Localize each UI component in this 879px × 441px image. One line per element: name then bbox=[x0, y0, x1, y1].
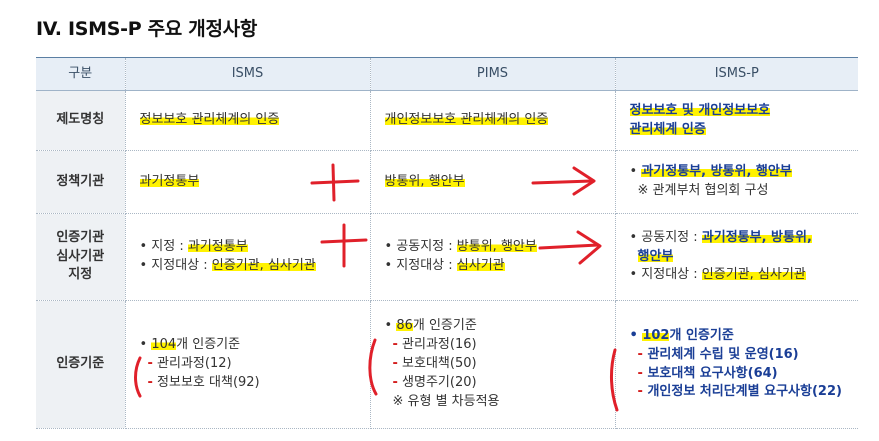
row-label-cert-3: 지정 bbox=[68, 267, 93, 283]
pims-criteria-item2: 보호대책(50) bbox=[402, 356, 477, 372]
ismsp-criteria-count-suffix: 개 인증기준 bbox=[669, 327, 734, 343]
page-title: IV. ISMS-P 주요 개정사항 bbox=[36, 18, 258, 40]
ismsp-criteria-item2: 보호대책 요구사항(64) bbox=[647, 365, 778, 381]
pims-criteria-count-suffix: 개 인증기준 bbox=[412, 318, 477, 334]
cell-pims-criteria: • 86개 인증기준 - 관리과정(16) - 보호대책(50) - 생명주기(… bbox=[370, 300, 616, 429]
table-row: 인증기관 심사기관 지정 • 지정 : 과기정통부 • 지정대상 : 인증기관,… bbox=[36, 213, 858, 301]
pims-cert-line1-value: 방통위, 행안부 bbox=[456, 239, 537, 255]
cell-pims-cert: • 공동지정 : 방통위, 행안부 • 지정대상 : 심사기관 bbox=[370, 213, 616, 301]
pims-cert-line2-prefix: • 지정대상 : bbox=[384, 258, 457, 273]
row-label-criteria: 인증기준 bbox=[36, 300, 126, 429]
row-label-cert: 인증기관 심사기관 지정 bbox=[36, 213, 126, 301]
pims-criteria-count: 86 bbox=[396, 318, 413, 334]
isms-criteria-count: 104 bbox=[151, 337, 177, 353]
isms-criteria-count-suffix: 개 인증기준 bbox=[176, 337, 241, 353]
table-row: 정책기관 과기정통부 방통위, 행안부 • 과기정통부, 방통위, 행안부 ※ … bbox=[36, 150, 858, 214]
row-label-cert-1: 인증기관 bbox=[56, 229, 105, 245]
table-header-row: 구분 ISMS PIMS ISMS-P bbox=[36, 58, 858, 91]
ismsp-cert-line1-value: 과기정통부, 방통위, bbox=[701, 229, 812, 245]
cell-ismsp-cert: • 공동지정 : 과기정통부, 방통위, 행안부 • 지정대상 : 인증기관, … bbox=[615, 213, 858, 301]
isms-cert-line2-prefix: • 지정대상 : bbox=[139, 258, 212, 273]
cell-pims-name: 개인정보보호 관리체계의 인증 bbox=[370, 90, 616, 151]
ismsp-name-line1: 정보보호 및 개인정보보호 bbox=[629, 102, 771, 118]
cell-isms-policy: 과기정통부 bbox=[125, 150, 371, 214]
row-label-cert-2: 심사기관 bbox=[56, 248, 105, 264]
cell-isms-cert: • 지정 : 과기정통부 • 지정대상 : 인증기관, 심사기관 bbox=[125, 213, 371, 301]
ismsp-cert-line2-value: 인증기관, 심사기관 bbox=[701, 267, 806, 283]
isms-cert-line1-value: 과기정통부 bbox=[187, 239, 248, 255]
header-isms: ISMS bbox=[125, 58, 371, 91]
ismsp-cert-line2-prefix: • 지정대상 : bbox=[629, 267, 702, 283]
ismsp-policy-line1: 과기정통부, 방통위, 행안부 bbox=[641, 164, 792, 180]
pims-criteria-item3: 생명주기(20) bbox=[402, 374, 477, 390]
pims-policy-text: 방통위, 행안부 bbox=[384, 173, 465, 189]
cell-ismsp-policy: • 과기정통부, 방통위, 행안부 ※ 관계부처 협의회 구성 bbox=[615, 150, 858, 214]
ismsp-criteria-count: 102 bbox=[642, 327, 670, 343]
pims-criteria-note: ※ 유형 별 차등적용 bbox=[392, 393, 500, 409]
ismsp-cert-line1-cont: 행안부 bbox=[637, 248, 674, 264]
ismsp-criteria-item1: 관리체계 수립 및 운영(16) bbox=[647, 346, 799, 362]
ismsp-name-line2: 관리체계 인증 bbox=[629, 121, 706, 137]
ismsp-policy-note: ※ 관계부처 협의회 구성 bbox=[637, 183, 769, 198]
isms-policy-text: 과기정통부 bbox=[139, 173, 200, 189]
cell-isms-criteria: • 104개 인증기준 - 관리과정(12) - 정보보호 대책(92) bbox=[125, 300, 371, 429]
isms-criteria-item1: 관리과정(12) bbox=[157, 356, 232, 372]
ismsp-cert-line1-prefix: • 공동지정 : bbox=[629, 229, 702, 245]
pims-cert-line1-prefix: • 공동지정 : bbox=[384, 239, 457, 255]
table-continuation bbox=[36, 433, 858, 441]
cell-isms-name: 정보보호 관리체계의 인증 bbox=[125, 90, 371, 151]
isms-name-text: 정보보호 관리체계의 인증 bbox=[139, 112, 280, 128]
pims-criteria-item1: 관리과정(16) bbox=[402, 337, 477, 353]
header-category: 구분 bbox=[36, 58, 126, 91]
cell-ismsp-criteria: • 102개 인증기준 - 관리체계 수립 및 운영(16) - 보호대책 요구… bbox=[615, 300, 858, 429]
isms-cert-line1-prefix: • 지정 : bbox=[139, 239, 188, 255]
cell-ismsp-name: 정보보호 및 개인정보보호 관리체계 인증 bbox=[615, 90, 858, 151]
row-label-policy: 정책기관 bbox=[36, 150, 126, 214]
cell-pims-policy: 방통위, 행안부 bbox=[370, 150, 616, 214]
header-pims: PIMS bbox=[370, 58, 616, 91]
ismsp-policy-bullet: • bbox=[629, 164, 638, 180]
pims-name-text: 개인정보보호 관리체계의 인증 bbox=[384, 112, 549, 128]
comparison-table: 구분 ISMS PIMS ISMS-P 제도명칭 정보보호 관리체계의 인증 개… bbox=[36, 58, 858, 429]
pims-cert-line2-value: 심사기관 bbox=[456, 258, 505, 273]
table-row: 제도명칭 정보보호 관리체계의 인증 개인정보보호 관리체계의 인증 정보보호 … bbox=[36, 90, 858, 151]
header-isms-p: ISMS-P bbox=[615, 58, 858, 91]
ismsp-criteria-item3: 개인정보 처리단계별 요구사항(22) bbox=[647, 384, 842, 400]
isms-criteria-item2: 정보보호 대책(92) bbox=[157, 374, 260, 390]
isms-cert-line2-value: 인증기관, 심사기관 bbox=[211, 258, 316, 273]
table-row: 인증기준 • 104개 인증기준 - 관리과정(12) - 정보보호 대책(92… bbox=[36, 300, 858, 429]
row-label-name: 제도명칭 bbox=[36, 90, 126, 151]
